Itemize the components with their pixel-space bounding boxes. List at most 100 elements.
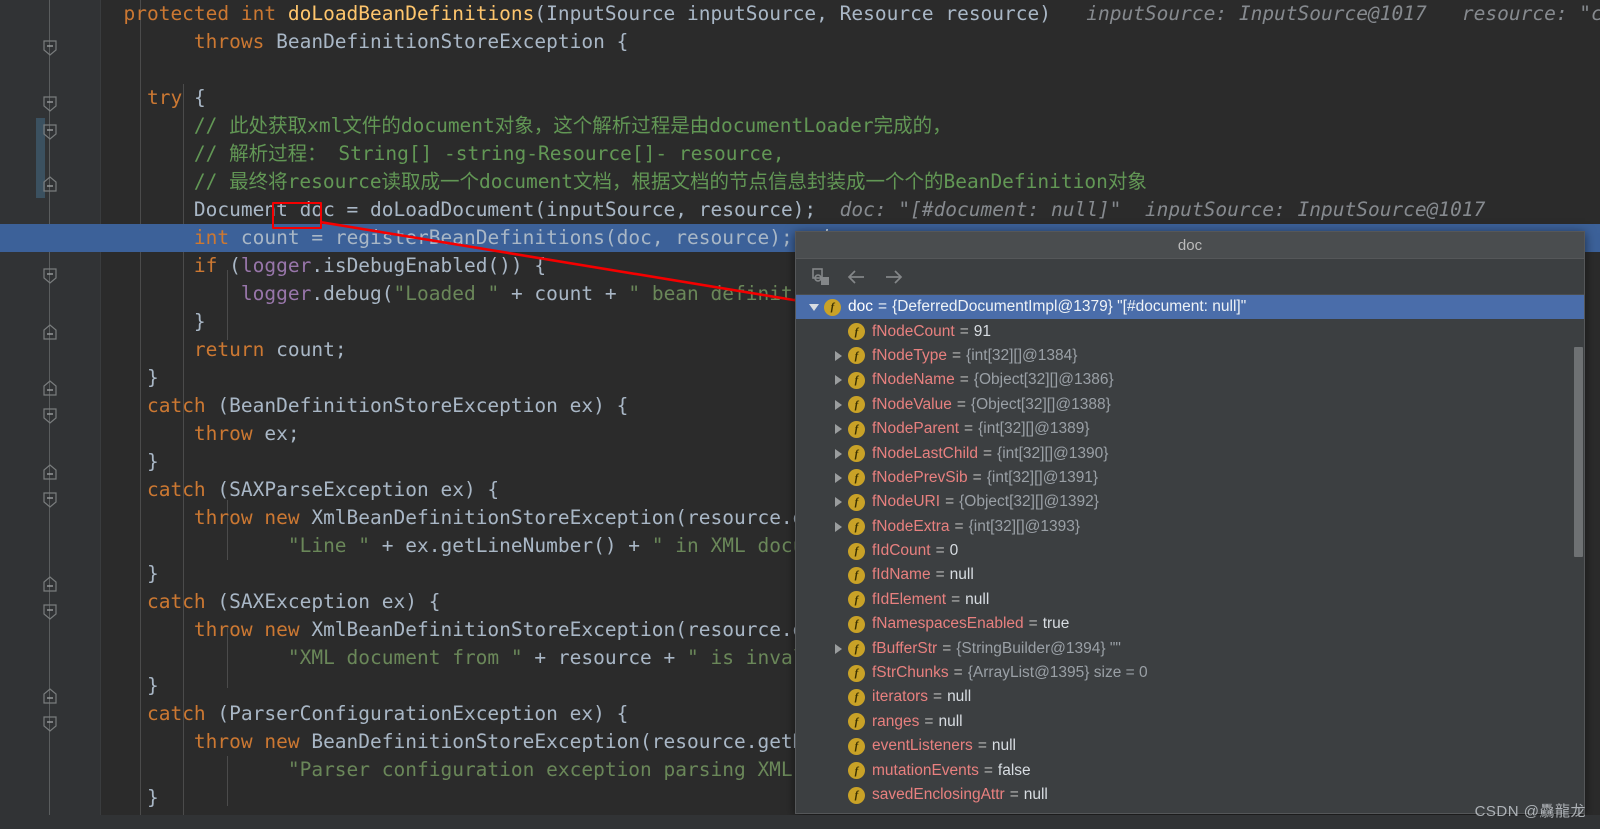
- popup-scrollbar-thumb[interactable]: [1574, 347, 1583, 557]
- chevron-right-icon[interactable]: [830, 446, 846, 462]
- variable-row[interactable]: f fIdName = null: [796, 563, 1584, 587]
- field-icon: f: [848, 469, 865, 487]
- code-token: + count +: [499, 282, 629, 305]
- variable-row[interactable]: f fIdElement = null: [796, 588, 1584, 612]
- code-token: registerBeanDefinitions: [334, 226, 605, 249]
- twisty-placeholder: [830, 689, 846, 705]
- twisty-placeholder: [830, 714, 846, 730]
- variable-row[interactable]: f fNodeType = {int[32][]@1384}: [796, 344, 1584, 368]
- code-line[interactable]: Document doc = doLoadDocument(inputSourc…: [0, 196, 1600, 224]
- field-icon: f: [848, 591, 865, 609]
- code-token: "XML document from ": [287, 646, 523, 669]
- variable-name: fIdElement: [872, 590, 947, 608]
- variable-row[interactable]: f ranges = null: [796, 710, 1584, 734]
- equals-sign: =: [983, 761, 993, 779]
- code-line[interactable]: [0, 56, 1600, 84]
- code-token: (SAXException ex) {: [205, 590, 441, 613]
- code-line[interactable]: // 解析过程： String[] -string-Resource[]- re…: [0, 140, 1600, 168]
- variable-row[interactable]: f fIdCount = 0: [796, 539, 1584, 563]
- code-line[interactable]: throws BeanDefinitionStoreException {: [0, 28, 1600, 56]
- debugger-value-popup[interactable]: doc f doc = {DeferredDocumentImpl@1379} …: [795, 231, 1585, 814]
- field-icon: f: [848, 713, 865, 731]
- bottom-strip: [0, 815, 1600, 829]
- variable-row[interactable]: f eventListeners = null: [796, 734, 1584, 758]
- inspect-icon[interactable]: [810, 266, 832, 288]
- equals-sign: =: [964, 420, 974, 438]
- code-token: if: [193, 254, 218, 277]
- variable-row[interactable]: f iterators = null: [796, 685, 1584, 709]
- chevron-down-icon[interactable]: [806, 299, 822, 315]
- code-token: =: [311, 226, 335, 249]
- code-token: "Loaded ": [393, 282, 500, 305]
- variable-name: mutationEvents: [872, 761, 979, 779]
- field-icon: f: [848, 493, 865, 511]
- code-token: (inputSource, resource);: [534, 198, 817, 221]
- code-token: throw new: [193, 730, 312, 753]
- code-token: }: [100, 674, 159, 697]
- code-token: .debug(: [311, 282, 394, 305]
- variable-row[interactable]: f fNodePrevSib = {int[32][]@1391}: [796, 466, 1584, 490]
- chevron-right-icon[interactable]: [830, 519, 846, 535]
- chevron-right-icon[interactable]: [830, 470, 846, 486]
- popup-toolbar[interactable]: [796, 259, 1584, 295]
- chevron-right-icon[interactable]: [830, 494, 846, 510]
- variable-row[interactable]: f fNodeCount = 91: [796, 319, 1584, 343]
- equals-sign: =: [977, 737, 987, 755]
- variable-row[interactable]: f fNodeExtra = {int[32][]@1393}: [796, 515, 1584, 539]
- twisty-placeholder: [830, 543, 846, 559]
- field-icon: f: [824, 298, 841, 316]
- variable-row[interactable]: f savedEnclosingAttr = null: [796, 783, 1584, 807]
- code-line[interactable]: // 此处获取xml文件的document对象，这个解析过程是由document…: [0, 112, 1600, 140]
- variable-row[interactable]: f fNodeURI = {Object[32][]@1392}: [796, 490, 1584, 514]
- variable-value: {int[32][]@1393}: [968, 517, 1081, 535]
- equals-sign: =: [972, 468, 982, 486]
- variable-row[interactable]: f fNodeParent = {int[32][]@1389}: [796, 417, 1584, 441]
- variable-name: fNodeExtra: [872, 517, 950, 535]
- variable-row[interactable]: f fStrChunks = {ArrayList@1395} size = 0: [796, 661, 1584, 685]
- chevron-right-icon[interactable]: [830, 421, 846, 437]
- variable-row[interactable]: f fNodeName = {Object[32][]@1386}: [796, 368, 1584, 392]
- variable-row[interactable]: f fBufferStr = {StringBuilder@1394} "": [796, 636, 1584, 660]
- variables-tree[interactable]: f doc = {DeferredDocumentImpl@1379} "[#docu…: [796, 295, 1584, 813]
- field-icon: f: [848, 371, 865, 389]
- code-line[interactable]: protected int doLoadBeanDefinitions(Inpu…: [0, 0, 1600, 28]
- field-icon: f: [848, 737, 865, 755]
- code-token: return: [193, 338, 265, 361]
- code-line[interactable]: try {: [0, 84, 1600, 112]
- chevron-right-icon[interactable]: [830, 641, 846, 657]
- variable-name: fStrChunks: [872, 664, 949, 682]
- variable-value: {DeferredDocumentImpl@1379} "[#document:…: [892, 298, 1247, 316]
- code-line[interactable]: // 最终将resource读取成一个document文档，根据文档的节点信息封…: [0, 168, 1600, 196]
- variable-name: eventListeners: [872, 737, 973, 755]
- equals-sign: =: [956, 395, 966, 413]
- chevron-right-icon[interactable]: [830, 372, 846, 388]
- variable-name: doc: [848, 298, 873, 316]
- variable-row[interactable]: f mutationEvents = false: [796, 758, 1584, 782]
- popup-scrollbar[interactable]: [1573, 295, 1584, 813]
- variable-value: {Object[32][]@1392}: [959, 493, 1099, 511]
- forward-arrow-icon[interactable]: [882, 266, 904, 288]
- equals-sign: =: [878, 298, 888, 316]
- variable-row[interactable]: f fNodeLastChild = {int[32][]@1390}: [796, 441, 1584, 465]
- chevron-right-icon[interactable]: [830, 348, 846, 364]
- back-arrow-icon[interactable]: [846, 266, 868, 288]
- chevron-right-icon[interactable]: [830, 397, 846, 413]
- field-icon: f: [848, 347, 865, 365]
- variable-row[interactable]: f fNodeValue = {Object[32][]@1388}: [796, 393, 1584, 417]
- code-token: BeanDefinitionStoreException(resource.ge…: [311, 730, 864, 753]
- field-icon: f: [848, 566, 865, 584]
- code-token: (BeanDefinitionStoreException ex) {: [205, 394, 629, 417]
- code-token: doLoadDocument: [370, 198, 535, 221]
- code-token: "Line ": [287, 534, 371, 557]
- code-token: XmlBeanDefinitionStoreException(resource…: [311, 506, 864, 529]
- variable-row[interactable]: f fNamespacesEnabled = true: [796, 612, 1584, 636]
- variable-row[interactable]: f doc = {DeferredDocumentImpl@1379} "[#docu…: [796, 295, 1584, 320]
- code-token: doLoadBeanDefinitions: [287, 2, 535, 25]
- equals-sign: =: [933, 688, 943, 706]
- variable-name: fNodeType: [872, 346, 947, 364]
- equals-sign: =: [945, 493, 955, 511]
